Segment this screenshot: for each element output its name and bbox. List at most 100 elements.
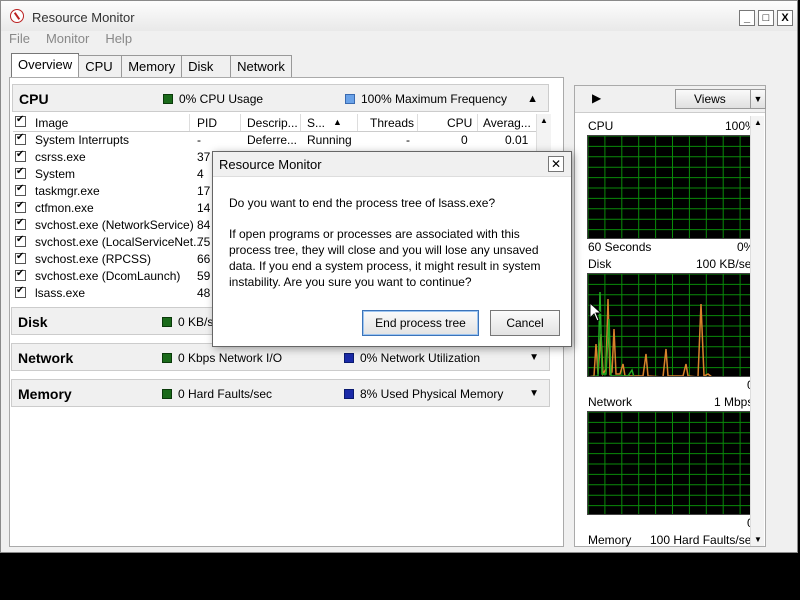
resource-monitor-icon (10, 9, 24, 23)
col-description[interactable]: Descrip... (247, 116, 298, 130)
row-checkbox[interactable] (15, 234, 26, 247)
cpu-graph-timespan: 60 Seconds (588, 240, 652, 254)
row-checkbox[interactable] (15, 217, 26, 230)
minimize-button[interactable]: _ (739, 10, 755, 26)
collapse-pane-icon[interactable]: ▶ (592, 91, 601, 105)
tab-disk[interactable]: Disk (181, 55, 232, 78)
network-util-label: 0% Network Utilization (360, 351, 481, 365)
dialog-close-button[interactable]: ✕ (548, 156, 564, 172)
row-checkbox[interactable] (15, 183, 26, 196)
row-checkbox[interactable] (15, 251, 26, 264)
menu-monitor[interactable]: Monitor (46, 31, 89, 49)
tab-memory[interactable]: Memory (121, 55, 183, 78)
row-checkbox[interactable] (15, 268, 26, 281)
row-checkbox[interactable] (15, 200, 26, 213)
menu-file[interactable]: File (9, 31, 30, 49)
close-button[interactable]: X (777, 10, 793, 26)
col-status[interactable]: S... (307, 116, 325, 130)
tab-cpu[interactable]: CPU (78, 55, 123, 78)
tab-strip: Overview CPU Memory Disk Network (11, 53, 292, 78)
dialog-message: If open programs or processes are associ… (229, 227, 541, 289)
col-threads[interactable]: Threads (370, 116, 414, 130)
col-cpu[interactable]: CPU (447, 116, 472, 130)
menu-help[interactable]: Help (105, 31, 132, 49)
views-button[interactable]: Views (675, 89, 751, 109)
dialog-question: Do you want to end the process tree of l… (229, 196, 496, 210)
window-title: Resource Monitor (32, 10, 135, 25)
max-frequency-label: 100% Maximum Frequency (361, 92, 508, 106)
row-checkbox[interactable] (15, 285, 26, 298)
cell-pid: 4 (197, 167, 204, 181)
dialog-title: Resource Monitor (219, 157, 322, 172)
cell-image: ctfmon.exe (35, 201, 94, 215)
graphs-scroll-up-icon[interactable]: ▲ (754, 118, 762, 127)
title-bar[interactable]: Resource Monitor _ □ X (1, 1, 797, 31)
cpu-section-title: CPU (19, 91, 49, 107)
collapse-cpu-icon[interactable]: ▲ (527, 93, 538, 105)
sort-ascending-icon: ▲ (333, 117, 342, 127)
cancel-button[interactable]: Cancel (490, 310, 560, 336)
col-average[interactable]: Averag... (483, 116, 531, 130)
disk-graph (587, 273, 756, 377)
maximize-button[interactable]: □ (758, 10, 774, 26)
cell-pid: 48 (197, 286, 211, 300)
graphs-scrollbar[interactable]: ▲ ▼ (750, 116, 764, 546)
network-section-header[interactable]: Network 0 Kbps Network I/O 0% Network Ut… (11, 343, 550, 371)
disk-section-title: Disk (18, 314, 48, 330)
used-memory-swatch (344, 389, 354, 399)
views-dropdown-icon[interactable]: ▼ (751, 89, 766, 109)
cell-image: System Interrupts (35, 133, 130, 147)
row-checkbox[interactable] (15, 149, 26, 162)
dialog-title-bar[interactable]: Resource Monitor ✕ (213, 152, 571, 177)
cell-threads: - (406, 133, 410, 147)
disk-graph-max: 100 KB/sec (696, 257, 758, 271)
cell-desc: Deferre... (247, 133, 298, 147)
expand-network-icon[interactable]: ▼ (529, 352, 539, 363)
cell-pid: 17 (197, 184, 211, 198)
cpu-table-header: Image PID Descrip... S... ▲ Threads CPU … (13, 114, 550, 132)
memory-section-header[interactable]: Memory 0 Hard Faults/sec 8% Used Physica… (11, 379, 550, 407)
cpu-graph-svg (588, 136, 755, 238)
cell-image: svchost.exe (LocalServiceNet... (35, 235, 204, 249)
cell-pid: 75 (197, 235, 211, 249)
scroll-up-icon[interactable]: ▲ (540, 116, 548, 125)
cell-image: svchost.exe (RPCSS) (35, 252, 152, 266)
cell-image: svchost.exe (NetworkService) (35, 218, 194, 232)
disk-graph-label: Disk (588, 257, 612, 271)
resource-monitor-window: Resource Monitor _ □ X File Monitor Help… (0, 0, 798, 553)
disk-io-swatch (162, 317, 172, 327)
cell-pid: 37 (197, 150, 211, 164)
end-process-tree-button[interactable]: End process tree (362, 310, 479, 336)
col-image[interactable]: Image (35, 116, 68, 130)
disk-graph-svg (588, 274, 755, 376)
col-pid[interactable]: PID (197, 116, 217, 130)
network-util-swatch (344, 353, 354, 363)
cell-image: taskmgr.exe (35, 184, 100, 198)
cell-cpu: 0 (461, 133, 468, 147)
row-checkbox[interactable] (15, 166, 26, 179)
used-memory-label: 8% Used Physical Memory (360, 387, 504, 401)
memory-graph-max: 100 Hard Faults/sec (650, 533, 758, 547)
tab-overview[interactable]: Overview (11, 53, 80, 78)
cell-image: System (35, 167, 76, 181)
cpu-usage-label: 0% CPU Usage (179, 92, 264, 106)
network-io-swatch (162, 353, 172, 363)
cell-image: svchost.exe (DcomLaunch) (35, 269, 181, 283)
select-all-checkbox[interactable] (15, 114, 26, 127)
hard-faults-swatch (162, 389, 172, 399)
network-section-title: Network (18, 350, 74, 366)
network-graph-label: Network (588, 395, 633, 409)
memory-section-title: Memory (18, 386, 72, 402)
expand-memory-icon[interactable]: ▼ (529, 388, 539, 399)
graphs-scroll-down-icon[interactable]: ▼ (754, 535, 762, 544)
tab-network[interactable]: Network (230, 55, 292, 78)
cpu-graph-label: CPU (588, 119, 614, 133)
cell-pid: 84 (197, 218, 211, 232)
cell-pid: 66 (197, 252, 211, 266)
cpu-usage-swatch (163, 94, 173, 104)
menu-bar: File Monitor Help (9, 31, 132, 49)
table-row[interactable]: System Interrupts - Deferre... Running - 0 0.0… (13, 132, 550, 149)
row-checkbox[interactable] (15, 132, 26, 145)
cell-pid: 59 (197, 269, 211, 283)
cpu-section-header[interactable]: CPU 0% CPU Usage 100% Maximum Frequency … (12, 84, 549, 112)
